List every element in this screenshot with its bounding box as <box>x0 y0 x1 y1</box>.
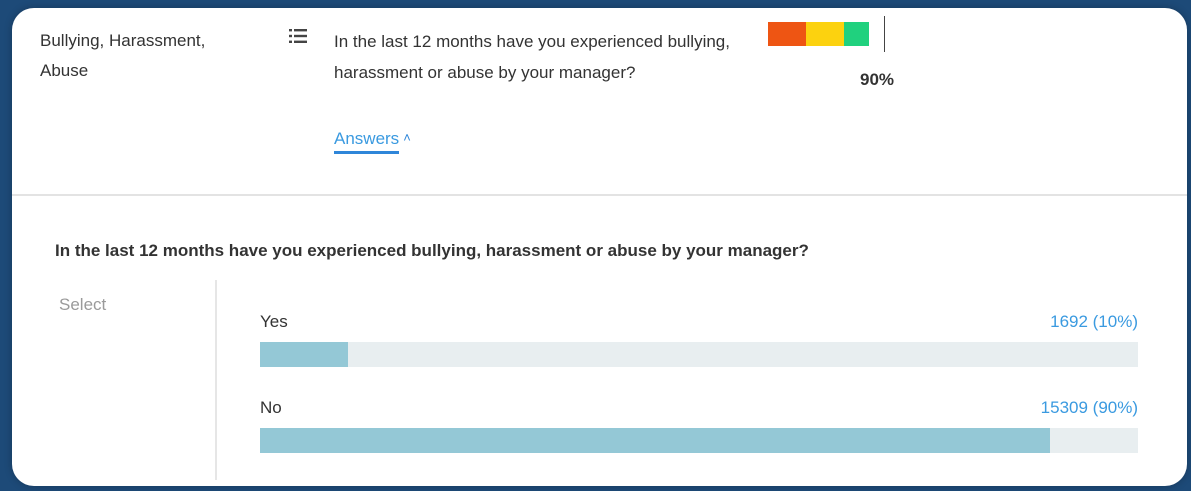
list-icon[interactable] <box>289 28 307 44</box>
answer-label: Yes <box>260 312 288 331</box>
answers-question-title: In the last 12 months have you experienc… <box>55 241 809 260</box>
list-icon-glyph <box>289 29 307 43</box>
answer-bar-fill <box>260 428 1051 453</box>
score-marker <box>884 16 885 52</box>
select-label[interactable]: Select <box>59 295 106 315</box>
question-card: Bullying, Harassment, Abuse In the last … <box>12 8 1187 486</box>
category-label: Bullying, Harassment, Abuse <box>40 31 206 80</box>
answer-count: 15309 (90%) <box>1040 398 1138 417</box>
answers-toggle-link[interactable]: Answers ˄ <box>334 129 411 154</box>
section-divider <box>12 194 1187 196</box>
answer-bar-track <box>260 342 1138 367</box>
answer-bar-track <box>260 428 1138 453</box>
score-segment-red <box>768 22 806 46</box>
score-color-bar <box>768 22 869 46</box>
answer-count: 1692 (10%) <box>1050 312 1138 331</box>
score-segment-green <box>844 22 869 46</box>
answers-link-label[interactable]: Answers <box>334 129 400 154</box>
question-text: In the last 12 months have you experienc… <box>334 32 730 82</box>
chevron-up-icon[interactable]: ˄ <box>403 130 411 145</box>
vertical-divider <box>215 280 217 480</box>
answer-bar-fill <box>260 342 348 367</box>
score-segment-yellow <box>806 22 844 46</box>
answer-label: No <box>260 398 282 417</box>
score-value: 90% <box>860 70 895 89</box>
